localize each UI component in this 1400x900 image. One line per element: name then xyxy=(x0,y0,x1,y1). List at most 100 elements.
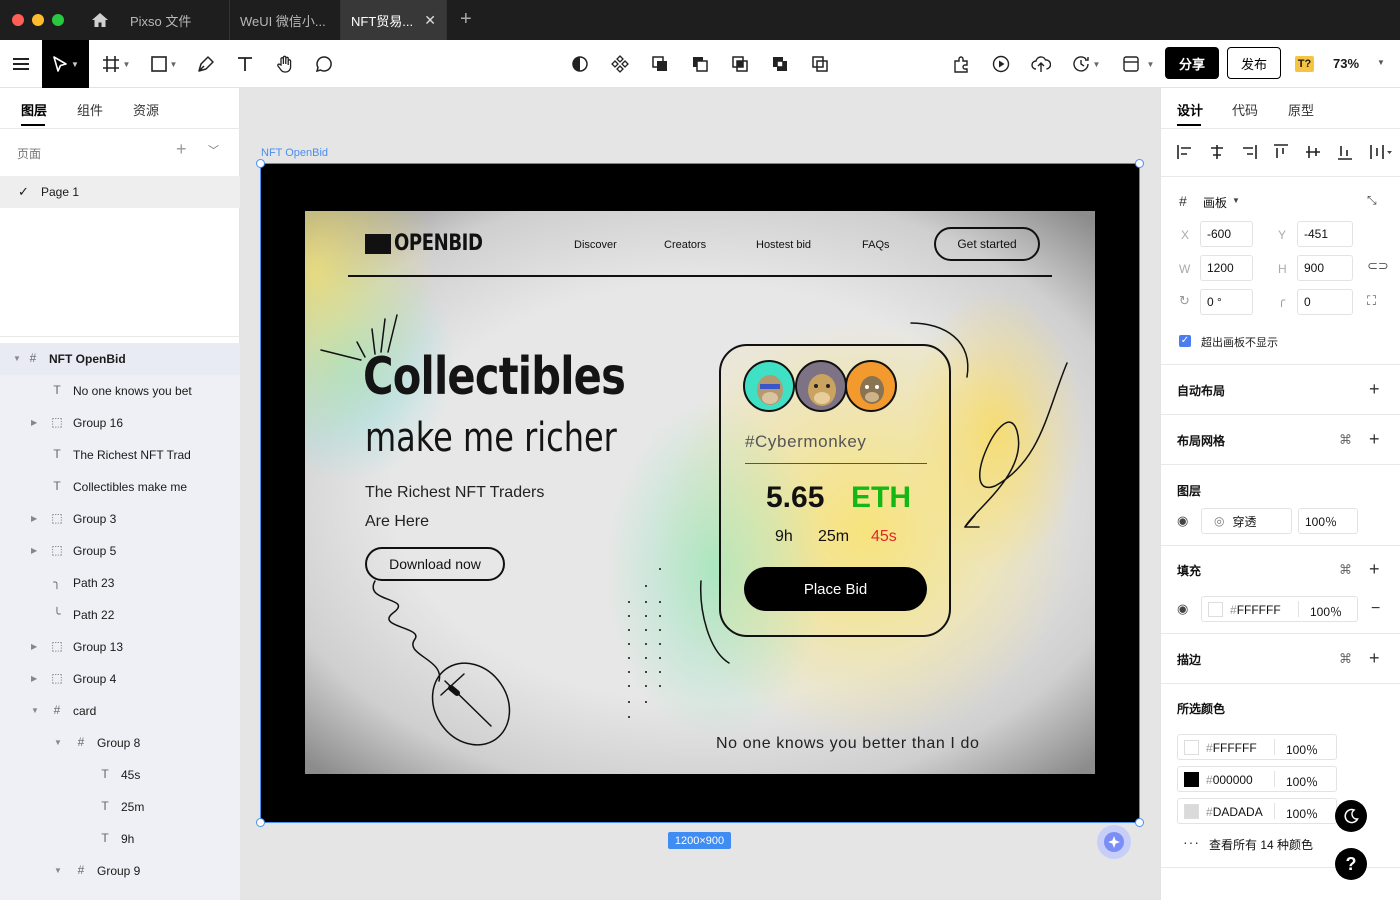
expand-arrow-icon[interactable]: ▼ xyxy=(54,738,62,747)
union-icon[interactable] xyxy=(648,40,672,88)
expand-arrow-icon[interactable]: ▶ xyxy=(31,546,37,555)
resize-handle[interactable] xyxy=(1135,159,1144,168)
add-fill-icon[interactable]: + xyxy=(1369,560,1380,578)
layer-row[interactable]: T No one knows you bet xyxy=(0,375,240,407)
align-right-icon[interactable] xyxy=(1241,144,1257,160)
color-opacity[interactable]: 100％ xyxy=(1286,805,1318,822)
add-grid-icon[interactable]: + xyxy=(1369,430,1380,448)
pen-tool-button[interactable] xyxy=(188,40,224,88)
help-button[interactable]: ? xyxy=(1335,848,1367,880)
eye-icon[interactable]: ◉ xyxy=(1177,513,1188,529)
intersect-icon[interactable] xyxy=(728,40,752,88)
constrain-proportions-icon[interactable]: ⊂⊃ xyxy=(1367,258,1389,274)
place-bid-button[interactable]: Place Bid xyxy=(744,567,927,611)
close-icon[interactable]: ✕ xyxy=(424,12,436,29)
layer-row[interactable]: T 45s xyxy=(0,759,240,791)
add-page-icon[interactable]: + xyxy=(176,140,187,158)
expand-arrow-icon[interactable]: ▼ xyxy=(13,354,21,363)
styles-icon[interactable]: ⌘ xyxy=(1339,432,1352,448)
plugin-icon[interactable] xyxy=(948,40,974,88)
align-center-h-icon[interactable] xyxy=(1209,144,1225,160)
align-left-icon[interactable] xyxy=(1177,144,1193,160)
dark-mode-toggle[interactable] xyxy=(1335,800,1367,832)
fill-color-row[interactable]: #FFFFFF 100％ xyxy=(1201,596,1358,622)
expand-arrow-icon[interactable]: ▶ xyxy=(31,514,37,523)
x-field[interactable]: -600 xyxy=(1200,221,1253,247)
exclude-icon[interactable] xyxy=(768,40,792,88)
layer-row[interactable]: ▼ # card xyxy=(0,695,240,727)
distribute-icon[interactable] xyxy=(1369,144,1393,160)
corner-radius-field[interactable]: 0 xyxy=(1297,289,1353,315)
expand-arrow-icon[interactable]: ▶ xyxy=(31,642,37,651)
tab-pixso-files[interactable]: Pixso 文件 xyxy=(120,0,230,40)
close-window-button[interactable] xyxy=(12,14,24,26)
ai-assistant-button[interactable] xyxy=(1097,825,1131,859)
styles-icon[interactable]: ⌘ xyxy=(1339,651,1352,667)
tab-prototype[interactable]: 原型 xyxy=(1288,100,1314,119)
subtract-icon[interactable] xyxy=(688,40,712,88)
layer-row[interactable]: T 9h xyxy=(0,823,240,855)
add-stroke-icon[interactable]: + xyxy=(1369,649,1380,667)
text-tool-button[interactable] xyxy=(227,40,263,88)
rotation-field[interactable]: 0 ° xyxy=(1200,289,1253,315)
layer-opacity-field[interactable]: 100％ xyxy=(1298,508,1358,534)
shape-tool-button[interactable]: ▼ xyxy=(144,40,184,88)
color-swatch[interactable] xyxy=(1184,804,1199,819)
resize-handle[interactable] xyxy=(256,818,265,827)
align-top-icon[interactable] xyxy=(1273,144,1289,160)
home-icon[interactable] xyxy=(80,0,120,40)
frame-label[interactable]: NFT OpenBid xyxy=(261,147,328,159)
layer-row[interactable]: ╰ Path 22 xyxy=(0,599,240,631)
layer-row[interactable]: ▶ ⬚ Group 13 xyxy=(0,631,240,663)
layer-row[interactable]: ▼ # Group 8 xyxy=(0,727,240,759)
fill-swatch[interactable] xyxy=(1208,602,1223,617)
height-field[interactable]: 900 xyxy=(1297,255,1353,281)
chevron-down-icon[interactable]: ▼ xyxy=(1232,196,1240,205)
color-opacity[interactable]: 100％ xyxy=(1286,773,1318,790)
hand-tool-button[interactable] xyxy=(267,40,303,88)
expand-arrow-icon[interactable]: ▼ xyxy=(54,866,62,875)
expand-arrow-icon[interactable]: ▼ xyxy=(31,706,39,715)
download-now-button[interactable]: Download now xyxy=(365,547,505,581)
component-icon[interactable] xyxy=(608,40,632,88)
selected-color-row[interactable]: #000000 100％ xyxy=(1177,766,1337,792)
layer-row[interactable]: ▶ ⬚ Group 4 xyxy=(0,663,240,695)
layer-row[interactable]: ▶ ⬚ Group 3 xyxy=(0,503,240,535)
tab-components[interactable]: 组件 xyxy=(77,100,103,119)
layer-row[interactable]: T The Richest NFT Trad xyxy=(0,439,240,471)
layer-row[interactable]: T 25m xyxy=(0,791,240,823)
tab-weui[interactable]: WeUI 微信小... xyxy=(230,0,341,40)
tab-assets[interactable]: 资源 xyxy=(133,100,159,119)
minimize-window-button[interactable] xyxy=(32,14,44,26)
color-hex[interactable]: #DADADA xyxy=(1206,805,1263,819)
mask-icon[interactable] xyxy=(568,40,592,88)
layer-row[interactable]: ╮ Path 23 xyxy=(0,567,240,599)
nft-poster[interactable]: OPENBID Discover Creators Hostest bid FA… xyxy=(305,211,1095,774)
resize-handle[interactable] xyxy=(256,159,265,168)
page-item[interactable]: ✓ Page 1 xyxy=(0,176,240,208)
collapse-icon[interactable]: ⤡ xyxy=(1367,193,1377,208)
layer-row[interactable]: ▶ ⬚ Group 16 xyxy=(0,407,240,439)
y-field[interactable]: -451 xyxy=(1297,221,1353,247)
expand-arrow-icon[interactable]: ▶ xyxy=(31,674,37,683)
resize-handle[interactable] xyxy=(1135,818,1144,827)
align-center-v-icon[interactable] xyxy=(1305,144,1321,160)
selected-color-row[interactable]: #DADADA 100％ xyxy=(1177,798,1337,824)
flatten-icon[interactable] xyxy=(808,40,832,88)
frame-type-label[interactable]: 画板 xyxy=(1203,194,1227,211)
nft-card[interactable]: #Cybermonkey 5.65 ETH 9h 25m 45s Place B… xyxy=(719,344,951,637)
color-swatch[interactable] xyxy=(1184,772,1199,787)
layout-dropdown-icon[interactable]: ▼ xyxy=(1142,40,1156,88)
expand-arrow-icon[interactable]: ▶ xyxy=(31,418,37,427)
tab-layers[interactable]: 图层 xyxy=(21,100,47,119)
color-hex[interactable]: #000000 xyxy=(1206,773,1253,787)
chevron-down-icon[interactable]: ﹀ xyxy=(208,142,219,158)
history-icon[interactable]: ▼ xyxy=(1068,40,1104,88)
view-all-colors-link[interactable]: 查看所有 14 种颜色 xyxy=(1209,836,1313,853)
selected-color-row[interactable]: #FFFFFF 100％ xyxy=(1177,734,1337,760)
clip-content-checkbox[interactable]: ✓ xyxy=(1179,335,1191,347)
align-bottom-icon[interactable] xyxy=(1337,144,1353,160)
tab-code[interactable]: 代码 xyxy=(1232,100,1258,119)
add-auto-layout-icon[interactable]: + xyxy=(1369,380,1380,398)
maximize-window-button[interactable] xyxy=(52,14,64,26)
